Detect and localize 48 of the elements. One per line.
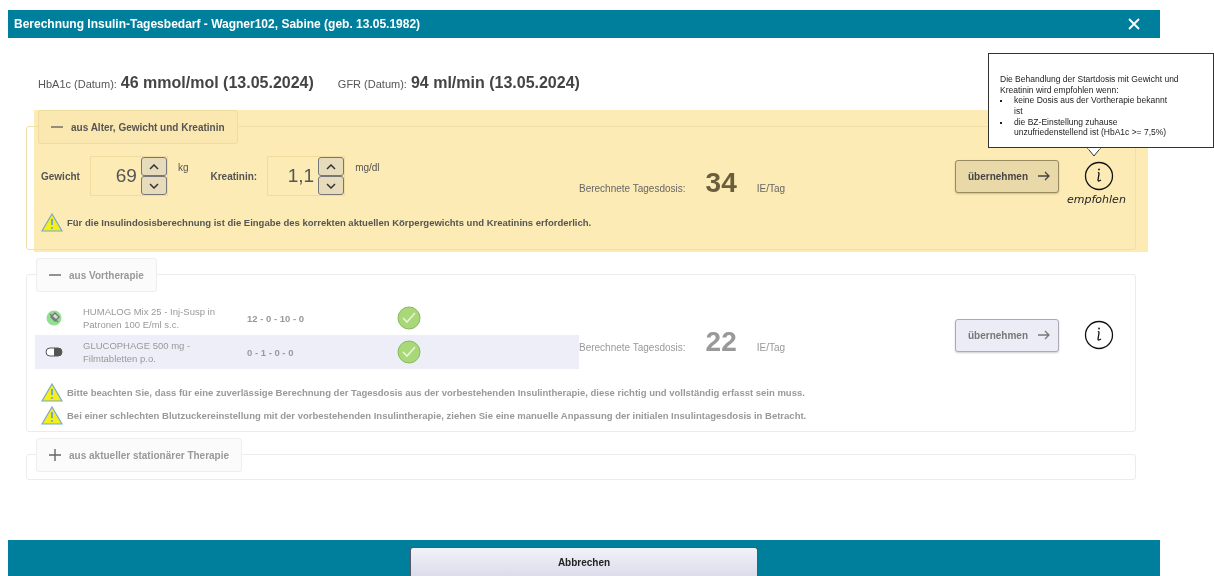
close-icon[interactable] — [1126, 16, 1142, 32]
arrow-right-icon — [1038, 330, 1050, 340]
arrow-right-icon — [1038, 171, 1050, 181]
dosage-schedule: 12 - 0 - 10 - 0 — [247, 312, 306, 324]
handwritten-note: empfohlen — [1067, 193, 1126, 206]
unit-label: kg — [177, 162, 189, 173]
chevron-down-icon — [326, 182, 337, 189]
lab-label: GFR (Datum): — [337, 78, 407, 90]
medication-name: GLUCOPHAGE 500 mg - Filmtabletten p.o. — [83, 338, 192, 366]
pill-icon — [45, 347, 63, 357]
apply-button[interactable]: übernehmen — [955, 159, 1059, 193]
info-icon[interactable] — [1084, 161, 1114, 191]
syringe-icon — [45, 310, 63, 326]
dosage-schedule: 0 - 1 - 0 - 0 — [247, 346, 295, 358]
tooltip-text: Die Behandlung der Startdosis mit Gewicht und Kreatinin wird empfohlen wenn: — [1000, 74, 1180, 96]
warning-icon — [41, 213, 63, 232]
warning-icon — [41, 383, 63, 402]
field-label: Gewicht — [41, 170, 80, 182]
section-toggle[interactable]: aus Alter, Gewicht und Kreatinin — [38, 110, 238, 144]
decrement-button[interactable] — [140, 176, 167, 195]
unit-label: mg/dl — [355, 162, 380, 173]
plus-icon — [49, 449, 61, 461]
cancel-button[interactable]: Abbrechen — [410, 547, 758, 576]
medication-name: HUMALOG Mix 25 - Inj-Susp in Patronen 100 E/ml s.c. — [83, 304, 216, 332]
lab-value: 46 mmol/mol (13.05.2024) — [120, 74, 314, 92]
window-title: Berechnung Insulin-Tagesbedarf - Wagner102, Sabine (geb. 13.05.1982) — [14, 17, 421, 31]
warning-icon — [41, 406, 63, 425]
warning-text: Für die Insulindosisberechnung ist die Eingabe des korrekten aktuellen Körpergewichts und Kreatinins erforderlich. — [67, 217, 592, 228]
dose-value: 34 — [705, 167, 737, 199]
increment-button[interactable] — [318, 157, 345, 176]
number-field[interactable]: 1,1 — [267, 156, 346, 196]
lab-label: HbA1c (Datum): — [38, 78, 117, 90]
dose-unit: IE/Tag — [756, 183, 786, 194]
dose-label: Berechnete Tagesdosis: — [579, 342, 686, 353]
chevron-up-icon — [148, 163, 159, 170]
chevron-up-icon — [326, 163, 337, 170]
decrement-button[interactable] — [318, 176, 345, 195]
dose-unit: IE/Tag — [756, 342, 786, 353]
warning-text: Bitte beachten Sie, dass für eine zuverlässige Berechnung der Tagesdosis aus der vorbestehenden Insulintherapie, diese richtig und vollständig erfasst sein muss. — [67, 387, 805, 398]
warning-text: Bei einer schlechten Blutzuckereinstellung mit der vorbestehenden Insulintherapie, ziehen Sie eine manuelle Anpassung der initialen Insulintagesdosis in Betracht. — [67, 410, 807, 421]
tooltip-text: die BZ-Einstellung zuhause unzufriedenstellend ist (HbA1c >= 7,5%) — [1014, 116, 1168, 138]
increment-button[interactable] — [140, 157, 167, 176]
lab-value: 94 ml/min (13.05.2024) — [410, 74, 580, 92]
field-label: Kreatinin: — [210, 170, 258, 182]
dose-value: 22 — [705, 326, 737, 358]
chevron-down-icon — [148, 182, 159, 189]
number-field[interactable]: 69 — [89, 156, 168, 196]
dose-label: Berechnete Tagesdosis: — [579, 183, 686, 194]
